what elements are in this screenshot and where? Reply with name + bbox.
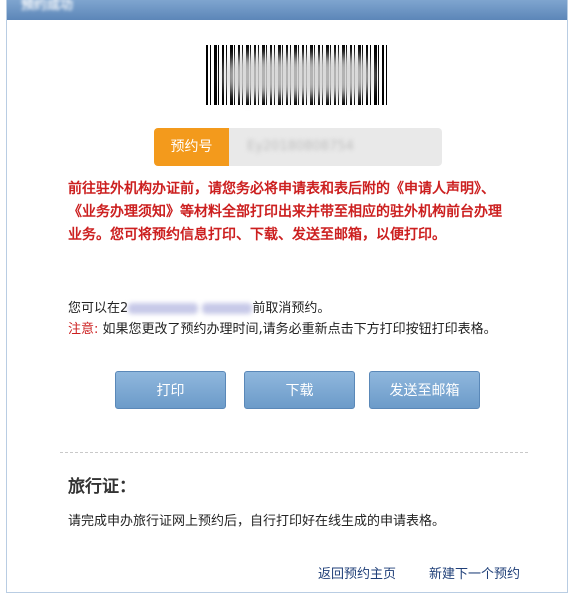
- cancel-line: 您可以在2 前取消预约。: [68, 301, 331, 316]
- note-text: 如果您更改了预约办理时间,请务必重新点击下方打印按钮打印表格。: [102, 322, 497, 337]
- back-to-home-link[interactable]: 返回预约主页: [318, 563, 396, 582]
- window-title: 预约成功: [21, 0, 74, 13]
- section-title: 旅行证：: [68, 477, 136, 497]
- barcode-redaction: [224, 56, 374, 96]
- appointment-number-row: 预约号 Ey20180808754: [154, 128, 442, 166]
- new-appointment-link[interactable]: 新建下一个预约: [429, 563, 520, 582]
- email-button[interactable]: 发送至邮箱: [369, 371, 480, 409]
- info-block: 您可以在2 前取消预约。 注意: 如果您更改了预约办理时间,请务必重新点击下方打…: [68, 298, 528, 340]
- appointment-value: Ey20180808754: [229, 128, 442, 166]
- section-divider: [60, 452, 528, 453]
- title-bar: 预约成功: [7, 0, 567, 20]
- note-line: 注意: 如果您更改了预约办理时间,请务必重新点击下方打印按钮打印表格。: [68, 319, 528, 340]
- note-label: 注意:: [68, 322, 99, 337]
- redacted-time: [202, 303, 253, 314]
- important-notice: 前往驻外机构办证前，请您务必将申请表和表后附的《申请人声明》、《业务办理须知》等…: [68, 181, 502, 243]
- section-description: 请完成申办旅行证网上预约后，自行打印好在线生成的申请表格。: [68, 514, 446, 529]
- appointment-label: 预约号: [154, 128, 229, 166]
- download-button[interactable]: 下载: [244, 371, 355, 409]
- redacted-date: [128, 303, 199, 314]
- print-button[interactable]: 打印: [115, 371, 226, 409]
